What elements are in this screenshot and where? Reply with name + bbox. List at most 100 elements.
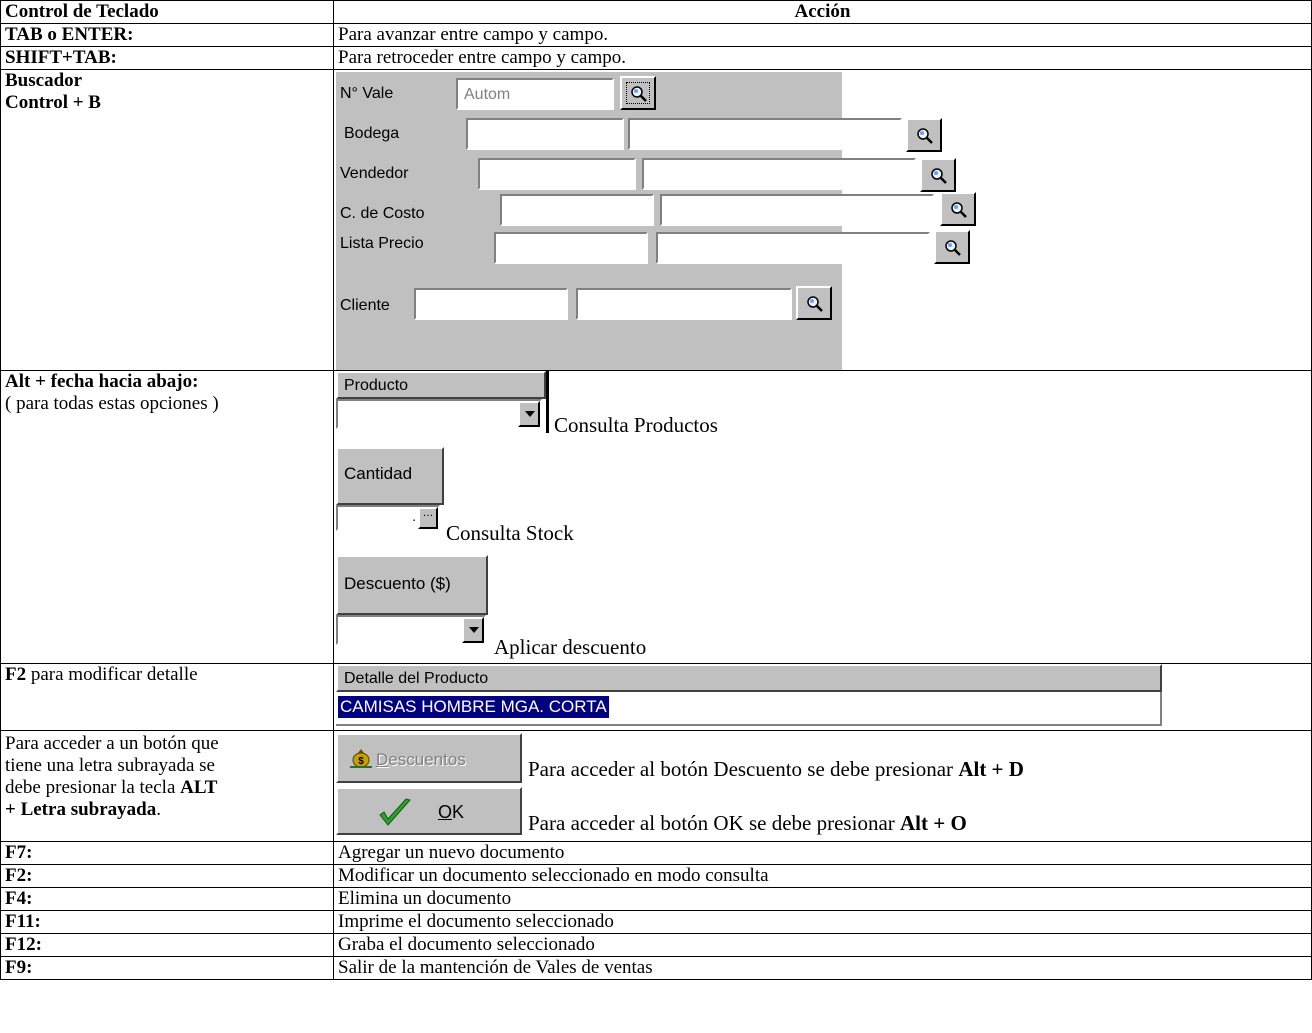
svg-text:$: $ xyxy=(358,756,364,767)
descuento-column-header: Descuento ($) xyxy=(336,555,488,615)
costo-search-button[interactable] xyxy=(940,192,976,226)
descuento-dropdown-button[interactable] xyxy=(462,617,484,643)
lista-search-button[interactable] xyxy=(934,230,970,264)
period: . xyxy=(156,799,161,820)
cliente-search-button[interactable] xyxy=(796,286,832,320)
product-detail-panel: Detalle del Producto CAMISAS HOMBRE MGA.… xyxy=(334,664,1311,730)
descuentos-label: Descuentos xyxy=(376,750,466,769)
nvale-label: N° Vale xyxy=(340,85,394,102)
alt-key: ALT xyxy=(180,777,218,798)
cantidad-caption: Consulta Stock xyxy=(446,521,574,545)
key-cell: Buscador Control + B xyxy=(0,69,334,371)
ok-caption: Para acceder al botón OK se debe presion… xyxy=(528,811,967,835)
descuento-caption: Aplicar descuento xyxy=(494,635,647,659)
alt-down-note: ( para todas estas opciones ) xyxy=(5,393,219,414)
caption-text: Para acceder al botón Descuento se debe … xyxy=(528,757,959,781)
action-cell: N° Vale Autom Bodega Vendedor C. de Cost… xyxy=(333,69,1312,371)
vendedor-code-field[interactable] xyxy=(478,158,636,190)
key-cell: F2: xyxy=(0,864,334,888)
magnifier-icon xyxy=(931,168,947,184)
producto-combo[interactable] xyxy=(336,399,542,429)
lista-code-field[interactable] xyxy=(494,232,648,264)
key-cell: Alt + fecha hacia abajo: ( para todas es… xyxy=(0,370,334,664)
ok-button[interactable]: OK xyxy=(336,787,522,835)
descuento-combo[interactable] xyxy=(336,615,486,645)
nvale-field[interactable]: Autom xyxy=(456,78,614,110)
action-cell: Agregar un nuevo documento xyxy=(333,841,1312,865)
table-row-buscador: Buscador Control + B N° Vale Autom Bodeg… xyxy=(0,69,1312,371)
bodega-name-field[interactable] xyxy=(628,118,902,150)
key-cell: F9: xyxy=(0,956,334,980)
key-cell: SHIFT+TAB: xyxy=(0,46,334,70)
table-row-alt-letter: Para acceder a un botón que tiene una le… xyxy=(0,730,1312,842)
money-bag-icon: $ xyxy=(350,749,372,768)
key-cell: F4: xyxy=(0,887,334,911)
bodega-search-button[interactable] xyxy=(906,118,942,152)
action-cell: Para avanzar entre campo y campo. xyxy=(333,23,1312,47)
buscador-title: Buscador xyxy=(5,70,83,91)
ok-label: OK xyxy=(438,802,465,822)
lista-name-field[interactable] xyxy=(656,232,930,264)
caption-shortcut: Alt + D xyxy=(958,757,1024,781)
lista-precio-label: Lista Precio xyxy=(340,235,424,252)
bodega-code-field[interactable] xyxy=(466,118,624,150)
table-row-alt-down: Alt + fecha hacia abajo: ( para todas es… xyxy=(0,370,1312,664)
key-cell: TAB o ENTER: xyxy=(0,23,334,47)
action-cell: Modificar un documento seleccionado en m… xyxy=(333,864,1312,888)
table-row: F4: Elimina un documento xyxy=(0,887,1312,911)
header-control: Control de Teclado xyxy=(0,0,334,24)
table-row: F11: Imprime el documento seleccionado xyxy=(0,910,1312,934)
bodega-label: Bodega xyxy=(344,125,400,142)
table-row: F12: Graba el documento seleccionado xyxy=(0,933,1312,957)
action-cell: Imprime el documento seleccionado xyxy=(333,910,1312,934)
action-cell: Para retroceder entre campo y campo. xyxy=(333,46,1312,70)
alt-letter-line: + Letra subrayada. xyxy=(5,799,329,821)
descuentos-button[interactable]: $ Descuentos xyxy=(336,733,522,783)
vendedor-label: Vendedor xyxy=(340,165,409,182)
action-cell: $ Descuentos Para acceder al botón Descu… xyxy=(333,730,1312,842)
lookup-controls: Producto Consulta Productos Cantidad . …… xyxy=(334,371,1311,663)
cliente-name-field[interactable] xyxy=(576,288,792,320)
alt-letter-line: tiene una letra subrayada se xyxy=(5,755,215,776)
cliente-code-field[interactable] xyxy=(414,288,568,320)
letra-subrayada: + Letra subrayada xyxy=(5,799,157,820)
alt-down-shortcut: Alt + fecha hacia abajo: xyxy=(5,371,199,392)
caption-text: Para acceder al botón OK se debe presion… xyxy=(528,811,901,835)
key-cell: F12: xyxy=(0,933,334,957)
caption-shortcut: Alt + O xyxy=(900,811,967,835)
detalle-selected-text: CAMISAS HOMBRE MGA. CORTA xyxy=(338,696,609,718)
f2-key: F2 xyxy=(5,664,27,685)
producto-caption: Consulta Productos xyxy=(554,413,718,437)
descuentos-caption: Para acceder al botón Descuento se debe … xyxy=(528,757,1024,781)
action-cell: Elimina un documento xyxy=(333,887,1312,911)
vendedor-name-field[interactable] xyxy=(642,158,916,190)
detalle-column-header: Detalle del Producto xyxy=(336,664,1162,692)
cantidad-column-header: Cantidad xyxy=(336,447,444,505)
costo-code-field[interactable] xyxy=(500,194,654,226)
cantidad-value: . xyxy=(412,508,416,524)
cliente-label: Cliente xyxy=(340,297,390,314)
action-cell: Graba el documento seleccionado xyxy=(333,933,1312,957)
detalle-field[interactable]: CAMISAS HOMBRE MGA. CORTA xyxy=(336,692,1162,726)
action-cell: Salir de la mantención de Vales de venta… xyxy=(333,956,1312,980)
magnifier-icon xyxy=(951,202,967,218)
producto-dropdown-button[interactable] xyxy=(518,401,540,427)
magnifier-icon xyxy=(917,128,933,144)
table-row: TAB o ENTER: Para avanzar entre campo y … xyxy=(0,23,1312,47)
action-cell: Producto Consulta Productos Cantidad . …… xyxy=(333,370,1312,664)
ellipsis-button[interactable]: … xyxy=(418,507,438,529)
cantidad-field[interactable]: . … xyxy=(336,505,440,531)
vendedor-search-button[interactable] xyxy=(920,158,956,192)
nvale-search-button[interactable] xyxy=(620,76,656,110)
buttons-demo: $ Descuentos Para acceder al botón Descu… xyxy=(334,731,1311,841)
table-header-row: Control de Teclado Acción xyxy=(0,0,1312,24)
alt-letter-line: Para acceder a un botón que xyxy=(5,733,219,754)
costo-name-field[interactable] xyxy=(660,194,934,226)
key-cell: Para acceder a un botón que tiene una le… xyxy=(0,730,334,842)
table-row: F7: Agregar un nuevo documento xyxy=(0,841,1312,865)
column-divider xyxy=(546,371,549,433)
table-row: F9: Salir de la mantención de Vales de v… xyxy=(0,956,1312,980)
f2-key-text: para modificar detalle xyxy=(26,664,198,685)
magnifier-icon xyxy=(807,296,823,312)
search-form: N° Vale Autom Bodega Vendedor C. de Cost… xyxy=(336,72,976,370)
